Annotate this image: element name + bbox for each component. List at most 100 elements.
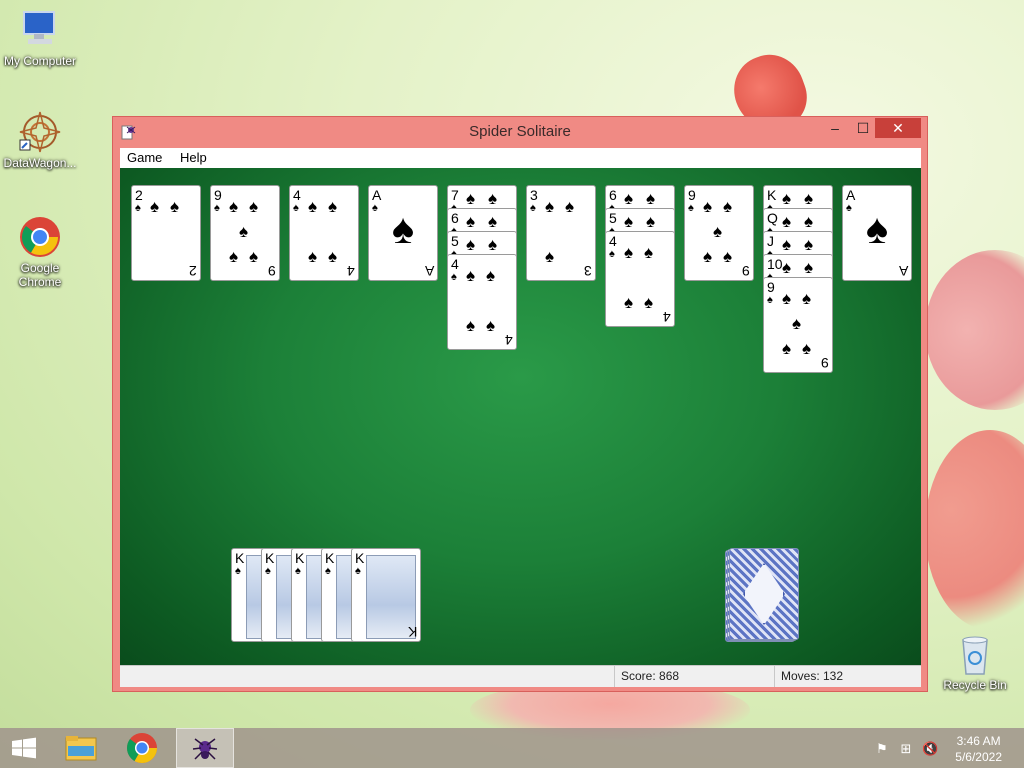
volume-muted-icon[interactable]: 🔇 <box>922 741 938 757</box>
spade-icon: ♠ <box>355 565 361 577</box>
desktop-icon-datawagon[interactable]: DataWagon... <box>0 110 80 170</box>
spade-icon: ♠ <box>688 202 694 214</box>
network-icon[interactable]: ⊞ <box>898 741 914 757</box>
card-rank: 4 <box>293 187 301 203</box>
spade-icon: ♠ <box>466 235 476 254</box>
menu-help[interactable]: Help <box>173 148 214 167</box>
card-rank: 4 <box>505 332 513 348</box>
chrome-icon <box>18 215 62 259</box>
desktop-icon-label: DataWagon... <box>3 156 77 170</box>
maximize-button[interactable]: ☐ <box>849 118 877 138</box>
spade-icon: ♠ <box>804 212 814 231</box>
menu-bar: Game Help <box>120 148 921 168</box>
card-rank: K <box>325 550 335 566</box>
datawagon-icon <box>18 110 62 154</box>
taskbar-chrome[interactable] <box>114 728 170 768</box>
card-rank: K <box>767 187 777 203</box>
card-rank: 3 <box>584 263 592 279</box>
spade-icon: ♠ <box>308 247 318 266</box>
spade-icon: ♠ <box>150 197 160 216</box>
card-rank: K <box>407 624 417 640</box>
computer-icon <box>18 8 62 52</box>
playing-card[interactable]: 9 ♠ ♠ ♠ ♠ ♠ ♠ 9 <box>763 277 833 373</box>
spade-icon: ♠ <box>802 289 812 308</box>
wallpaper-petal <box>925 430 1024 630</box>
spade-icon: ♠ <box>703 247 713 266</box>
card-rank: 6 <box>451 210 459 226</box>
card-rank: 4 <box>347 263 355 279</box>
desktop-icon-my-computer[interactable]: My Computer <box>0 8 80 68</box>
spade-icon: ♠ <box>214 202 220 214</box>
desktop-icon-label: Google Chrome <box>18 261 62 289</box>
close-button[interactable]: ✕ <box>875 118 921 138</box>
card-rank: K <box>265 550 275 566</box>
playing-card[interactable]: 9 ♠ ♠ ♠ ♠ ♠ ♠ 9 <box>684 185 754 281</box>
desktop-icon-recycle-bin[interactable]: Recycle Bin <box>935 632 1015 692</box>
card-rank: 9 <box>767 279 775 295</box>
spade-icon: ♠ <box>265 565 271 577</box>
card-rank: A <box>898 263 908 279</box>
spade-icon: ♠ <box>466 212 476 231</box>
desktop-icon-google-chrome[interactable]: Google Chrome <box>0 215 80 289</box>
playing-card[interactable]: 4 ♠ ♠ ♠ ♠ ♠ 4 <box>605 231 675 327</box>
taskbar-spider-solitaire[interactable] <box>176 728 234 768</box>
spade-icon: ♠ <box>723 197 733 216</box>
card-rank: 4 <box>609 233 617 249</box>
system-clock[interactable]: 3:46 AM 5/6/2022 <box>955 733 1002 765</box>
playing-card[interactable]: 3 ♠ ♠ ♠ ♠ 3 <box>526 185 596 281</box>
spider-solitaire-icon <box>192 738 218 760</box>
minimize-button[interactable]: – <box>821 118 849 138</box>
spade-icon: ♠ <box>135 202 141 214</box>
spade-icon: ♠ <box>229 197 239 216</box>
spade-icon: ♠ <box>792 314 802 333</box>
playing-card[interactable]: A ♠ ♠ A <box>368 185 438 281</box>
spade-icon: ♠ <box>170 197 180 216</box>
playing-card[interactable]: 4 ♠ ♠ ♠ ♠ ♠ 4 <box>289 185 359 281</box>
spade-icon: ♠ <box>624 212 634 231</box>
title-bar[interactable]: Spider Solitaire – ☐ ✕ <box>113 117 927 147</box>
spade-icon: ♠ <box>782 258 792 277</box>
spade-icon: ♠ <box>328 247 338 266</box>
spade-icon: ♠ <box>466 316 476 335</box>
spade-icon: ♠ <box>328 197 338 216</box>
playing-card[interactable]: 4 ♠ ♠ ♠ ♠ ♠ 4 <box>447 254 517 350</box>
taskbar-file-explorer[interactable] <box>54 728 110 768</box>
spade-icon: ♠ <box>308 197 318 216</box>
card-rank: A <box>372 187 382 203</box>
spade-icon: ♠ <box>488 235 498 254</box>
card-rank: 9 <box>821 355 829 371</box>
spade-icon: ♠ <box>802 339 812 358</box>
card-rank: K <box>355 550 365 566</box>
spade-icon: ♠ <box>466 266 476 285</box>
spade-icon: ♠ <box>646 212 656 231</box>
card-rank: A <box>846 187 856 203</box>
start-button[interactable] <box>0 728 56 768</box>
spade-icon: ♠ <box>239 222 249 241</box>
playing-card[interactable]: 9 ♠ ♠ ♠ ♠ ♠ ♠ 9 <box>210 185 280 281</box>
spade-icon: ♠ <box>804 189 814 208</box>
card-rank: 4 <box>663 309 671 325</box>
playing-card[interactable]: A ♠ ♠ A <box>842 185 912 281</box>
spade-icon: ♠ <box>229 247 239 266</box>
stock-pile-card[interactable] <box>729 548 799 640</box>
game-table: 2♠♠♠29♠♠♠♠♠♠94♠♠♠♠♠4A♠♠A7♠♠♠6♠♠♠5♠♠♠4♠♠♠… <box>120 168 921 665</box>
menu-game[interactable]: Game <box>120 148 169 167</box>
spade-icon: ♠ <box>451 271 457 283</box>
card-rank: 9 <box>214 187 222 203</box>
moves-display: Moves: 132 <box>774 666 921 687</box>
spade-icon: ♠ <box>486 316 496 335</box>
spade-icon: ♠ <box>713 222 723 241</box>
card-rank: 9 <box>688 187 696 203</box>
card-rank: 7 <box>451 187 459 203</box>
spade-icon: ♠ <box>782 235 792 254</box>
spade-icon: ♠ <box>646 189 656 208</box>
spade-icon: ♠ <box>235 565 241 577</box>
spade-icon: ♠ <box>804 235 814 254</box>
file-explorer-icon <box>65 736 97 761</box>
card-rank: 2 <box>135 187 143 203</box>
clock-date: 5/6/2022 <box>955 750 1002 764</box>
spade-icon: ♠ <box>293 202 299 214</box>
playing-card[interactable]: 2 ♠ ♠ ♠ 2 <box>131 185 201 281</box>
action-center-flag-icon[interactable]: ⚑ <box>874 741 890 757</box>
status-bar: Score: 868 Moves: 132 <box>120 665 921 687</box>
